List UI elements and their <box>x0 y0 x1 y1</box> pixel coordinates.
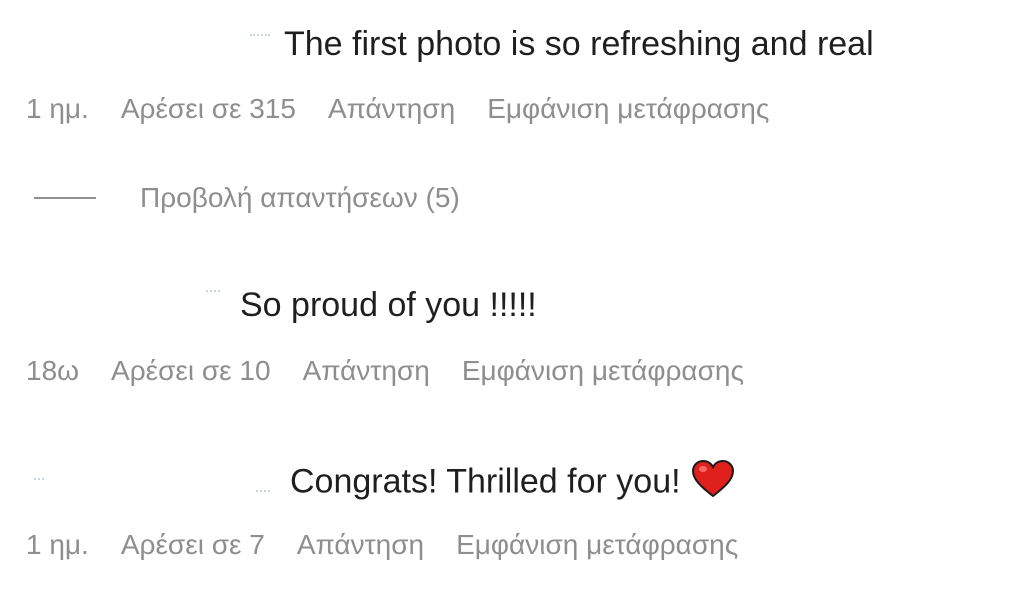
view-replies-label: Προβολή απαντήσεων (5) <box>140 182 460 213</box>
comment-text: The first photo is so refreshing and rea… <box>284 25 874 63</box>
comment-text: So proud of you !!!!! <box>240 286 537 324</box>
replies-divider <box>34 197 96 199</box>
reply-button[interactable]: Απάντηση <box>303 354 430 388</box>
comment-time: 1 ημ. <box>26 529 89 560</box>
username-redacted[interactable] <box>256 490 270 498</box>
show-translation-button[interactable]: Εμφάνιση μετάφρασης <box>462 354 744 388</box>
comment-meta: 1 ημ. Αρέσει σε 7 Απάντηση Εμφάνιση μετά… <box>26 528 738 562</box>
comment-meta: 1 ημ. Αρέσει σε 315 Απάντηση Εμφάνιση με… <box>26 92 769 126</box>
likes-count[interactable]: Αρέσει σε 7 <box>121 528 265 562</box>
comment-time: 18ω <box>26 355 80 386</box>
comment-meta: 18ω Αρέσει σε 10 Απάντηση Εμφάνιση μετάφ… <box>26 354 744 388</box>
comment-time: 1 ημ. <box>26 93 89 124</box>
reply-button[interactable]: Απάντηση <box>328 92 455 126</box>
likes-count[interactable]: Αρέσει σε 315 <box>121 92 296 126</box>
show-translation-button[interactable]: Εμφάνιση μετάφρασης <box>456 528 738 562</box>
show-translation-button[interactable]: Εμφάνιση μετάφρασης <box>487 92 769 126</box>
comment-text: Congrats! Thrilled for you! <box>290 459 735 508</box>
comment-text-content: Congrats! Thrilled for you! <box>290 462 681 501</box>
username-redacted[interactable] <box>34 478 44 486</box>
reply-button[interactable]: Απάντηση <box>297 528 424 562</box>
heart-icon <box>691 459 735 508</box>
username-redacted[interactable] <box>250 34 270 42</box>
view-replies-button[interactable]: Προβολή απαντήσεων (5) <box>34 182 460 214</box>
username-redacted[interactable] <box>206 290 220 298</box>
likes-count[interactable]: Αρέσει σε 10 <box>111 354 271 388</box>
